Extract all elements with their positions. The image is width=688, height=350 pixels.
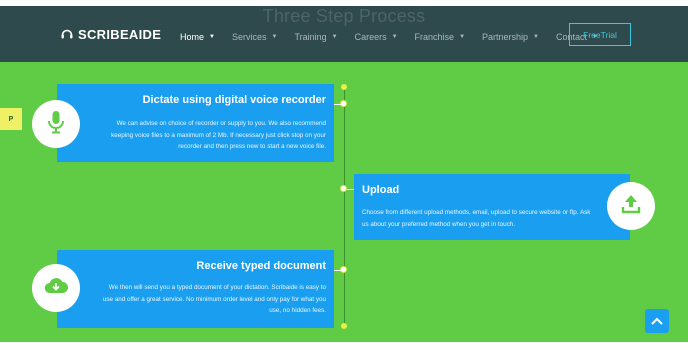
step-card-receive: Receive typed document We then will send… [57, 250, 334, 328]
step-description: We can advise on choice of recorder or s… [111, 120, 326, 150]
step-title: Receive typed document [196, 260, 326, 272]
nav-item-label: Careers [354, 32, 387, 42]
nav-item-careers[interactable]: Careers ▼ [355, 32, 398, 42]
nav-item-label: Home [180, 32, 205, 42]
main-nav: Home ▼ Services ▼ Training ▼ Careers ▼ Franc… [180, 30, 615, 44]
connector-line [334, 104, 342, 105]
side-tab[interactable]: P [0, 108, 22, 130]
microphone-icon [45, 110, 67, 139]
caret-down-icon: ▼ [331, 34, 338, 40]
connector-line [334, 270, 342, 271]
page: Three Step Process SCRIBEAIDE Home ▼ Serv… [0, 0, 688, 350]
caret-down-icon: ▼ [533, 34, 539, 40]
caret-down-icon: ▼ [459, 34, 466, 40]
caret-down-icon: ▼ [391, 34, 398, 40]
timeline-dot [341, 323, 347, 329]
step-card-dictate: Dictate using digital voice recorder We … [57, 84, 334, 162]
nav-item-home[interactable]: Home ▼ [180, 32, 215, 42]
timeline-line [344, 88, 345, 328]
caret-down-icon: ▼ [271, 34, 278, 40]
scroll-to-top-button[interactable] [645, 309, 669, 333]
nav-item-label: Services [231, 32, 267, 42]
step-card-upload: Upload Choose from different upload meth… [354, 174, 630, 240]
step-title: Upload [362, 184, 400, 196]
step-icon-circle [32, 100, 80, 148]
nav-item-label: Partnership [482, 32, 529, 42]
logo-text: SCRIBEAIDE [78, 26, 162, 42]
free-trial-button[interactable]: FreeTrial [569, 23, 631, 46]
timeline-dot [340, 185, 347, 192]
nav-item-training[interactable]: Training ▼ [294, 32, 337, 42]
timeline-dot [341, 84, 347, 90]
caret-down-icon: ▼ [209, 34, 215, 40]
upload-icon [620, 193, 642, 220]
nav-item-franchise[interactable]: Franchise ▼ [415, 32, 465, 42]
step-icon-circle [607, 182, 655, 230]
logo[interactable]: SCRIBEAIDE [60, 26, 162, 42]
nav-item-services[interactable]: Services ▼ [232, 32, 277, 42]
footer-strip [0, 342, 688, 350]
cloud-download-icon [43, 276, 69, 301]
chevron-up-icon [651, 312, 663, 330]
step-icon-circle [32, 264, 80, 312]
nav-item-label: Training [294, 32, 327, 42]
nav-item-label: Franchise [414, 32, 455, 42]
step-description: Choose from different upload methods, em… [362, 209, 591, 228]
headset-icon [60, 27, 74, 41]
step-description: We then will send you a typed document o… [102, 284, 326, 314]
nav-item-partnership[interactable]: Partnership ▼ [482, 32, 539, 42]
step-title: Dictate using digital voice recorder [142, 94, 326, 106]
connector-line [347, 189, 354, 190]
